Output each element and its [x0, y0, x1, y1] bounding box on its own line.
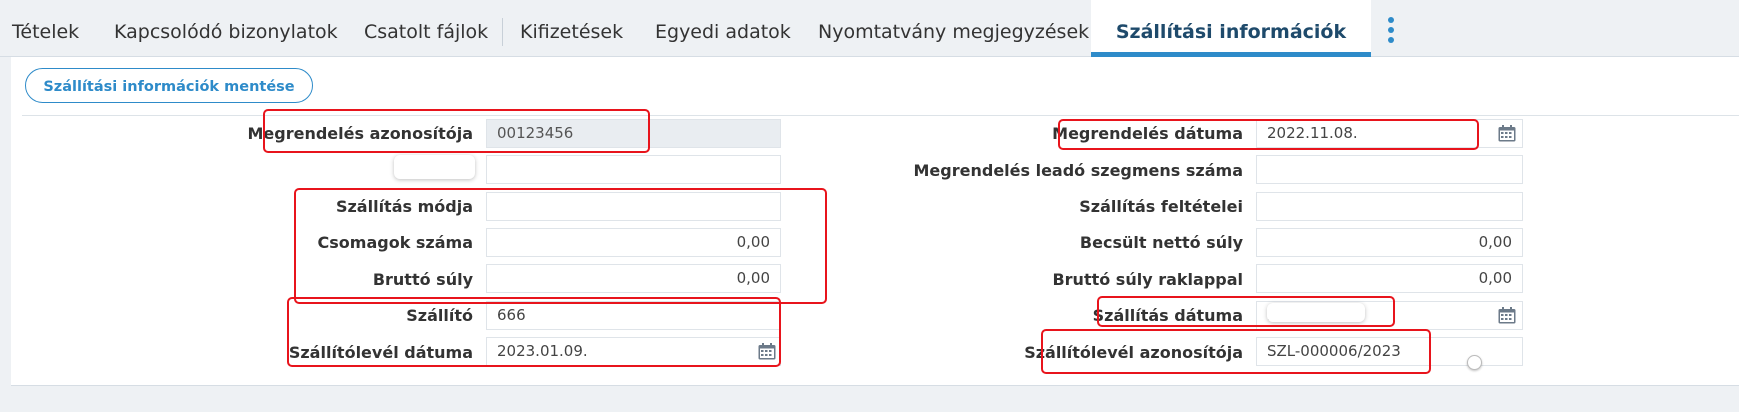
tab-custom-data[interactable]: Egyedi adatok	[655, 0, 791, 56]
tab-bar: Tételek Kapcsolódó bizonylatok Csatolt f…	[0, 0, 1739, 57]
order-id-label: Megrendelés azonosítója	[247, 124, 473, 143]
delivery-note-id-label: Szállítólevél azonosítója	[1024, 343, 1243, 362]
unlabeled-field[interactable]	[486, 155, 781, 184]
net-weight-field[interactable]: 0,00	[1256, 228, 1523, 257]
delivery-note-id-field[interactable]: SZL-000006/2023	[1256, 337, 1523, 366]
order-date-field[interactable]: 2022.11.08.	[1256, 119, 1523, 148]
shipping-terms-label: Szállítás feltételei	[1079, 197, 1243, 216]
tooltip-blob	[394, 155, 475, 179]
tab-related-documents[interactable]: Kapcsolódó bizonylatok	[114, 0, 338, 56]
tab-print-notes[interactable]: Nyomtatvány megjegyzések	[818, 0, 1089, 56]
package-count-field[interactable]: 0,00	[486, 228, 781, 257]
delivery-note-date-label: Szállítólevél dátuma	[288, 343, 473, 362]
gross-weight-pallet-field[interactable]: 0,00	[1256, 264, 1523, 293]
calendar-icon[interactable]	[1498, 307, 1516, 324]
shipping-method-label: Szállítás módja	[335, 197, 473, 216]
tab-shipping-info[interactable]: Szállítási információk	[1091, 0, 1371, 57]
gross-weight-field[interactable]: 0,00	[486, 264, 781, 293]
carrier-field[interactable]: 666	[486, 301, 781, 330]
order-date-label: Megrendelés dátuma	[1052, 124, 1243, 143]
tab-separator	[502, 18, 503, 46]
tab-payments[interactable]: Kifizetések	[520, 0, 623, 56]
tab-items[interactable]: Tételek	[12, 0, 79, 56]
package-count-label: Csomagok száma	[317, 233, 473, 252]
segment-number-label: Megrendelés leadó szegmens száma	[913, 161, 1244, 180]
shipping-terms-field[interactable]	[1256, 192, 1523, 221]
net-weight-label: Becsült nettó súly	[1079, 233, 1243, 252]
delivery-note-date-field[interactable]: 2023.01.09.	[486, 337, 781, 366]
shipping-date-label: Szállítás dátuma	[1092, 306, 1243, 325]
calendar-icon[interactable]	[758, 343, 776, 360]
gross-weight-label: Bruttó súly	[372, 270, 473, 289]
tab-attached-files[interactable]: Csatolt fájlok	[364, 0, 488, 56]
gross-weight-pallet-label: Bruttó súly raklappal	[1052, 270, 1243, 289]
shipping-method-field[interactable]	[486, 192, 781, 221]
save-shipping-info-button[interactable]: Szállítási információk mentése	[25, 68, 313, 103]
cursor-indicator	[1467, 355, 1482, 370]
carrier-label: Szállító	[406, 306, 473, 325]
divider	[22, 115, 1739, 116]
more-vertical-icon[interactable]	[1384, 14, 1398, 46]
calendar-icon[interactable]	[1498, 125, 1516, 142]
segment-number-field[interactable]	[1256, 155, 1523, 184]
order-id-field: 00123456	[486, 119, 781, 148]
tooltip-blob	[1267, 303, 1365, 322]
